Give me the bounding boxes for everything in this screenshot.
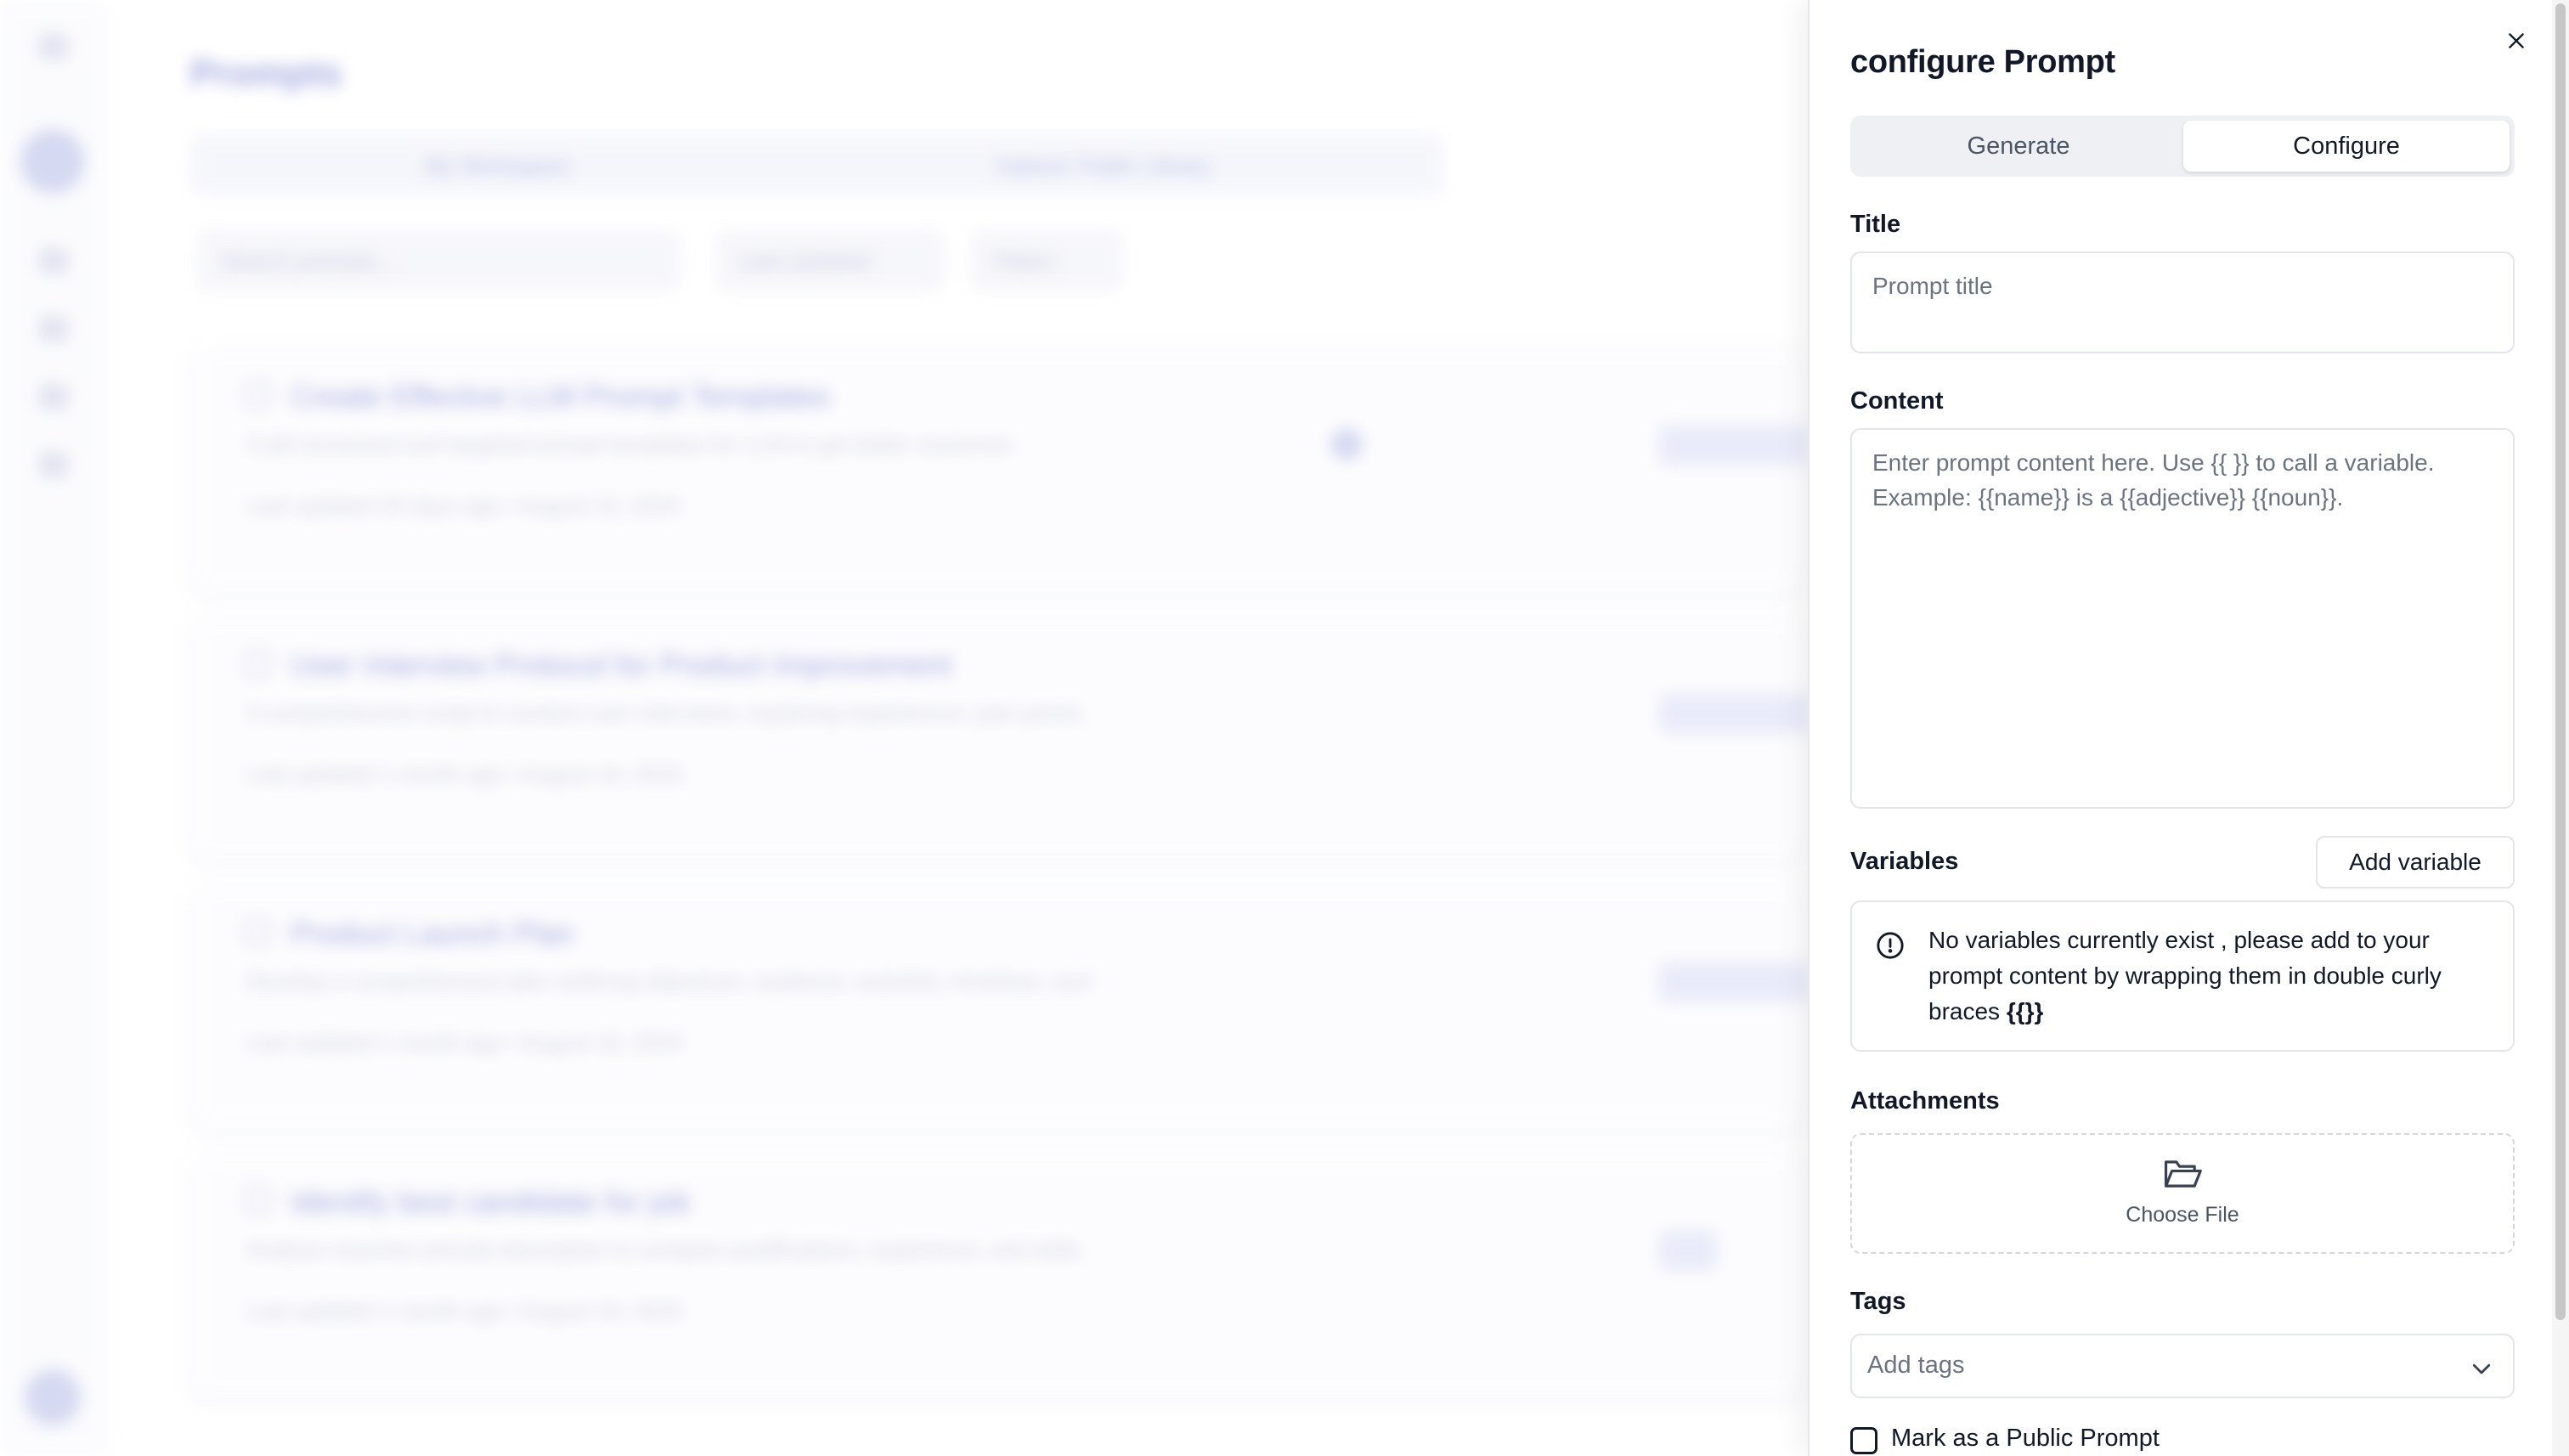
drawer-scrollbar[interactable] — [2552, 0, 2569, 1456]
close-button[interactable] — [2501, 25, 2532, 56]
card-tag — [1658, 425, 1811, 466]
card-checkbox — [245, 1188, 270, 1213]
tab-generate[interactable]: Generate — [1855, 121, 2182, 172]
card-status-dot — [1330, 428, 1363, 460]
card-title: Create Effective LLM Prompt Templates — [291, 379, 830, 414]
card-title: Identify best candidate for job — [291, 1184, 691, 1219]
curly-braces-code: {{}} — [2006, 998, 2044, 1024]
card-description: Analyze resumes and job description to c… — [246, 1237, 1081, 1262]
card-meta: Last updated 1 month ago • August 16, 20… — [246, 1030, 683, 1055]
alert-text: No variables currently exist , please ad… — [1928, 927, 2442, 1024]
prompt-card: Create Effective LLM Prompt Templates Cr… — [192, 347, 1811, 593]
close-icon — [2509, 33, 2524, 48]
choose-file-dropzone[interactable]: Choose File — [1850, 1133, 2515, 1254]
scrollbar-thumb[interactable] — [2555, 3, 2566, 1320]
title-label: Title — [1850, 211, 1901, 238]
nav-icon — [39, 316, 68, 341]
tags-placeholder: Add tags — [1867, 1352, 1965, 1379]
folder-open-icon — [2164, 1160, 2202, 1188]
card-description: Develop a comprehensive plan outlining o… — [246, 968, 1090, 994]
card-title: Product Launch Plan — [291, 916, 575, 951]
left-nav-rail — [0, 0, 109, 1456]
public-prompt-label[interactable]: Mark as a Public Prompt — [1891, 1425, 2160, 1453]
variables-label: Variables — [1850, 848, 1959, 875]
prompt-toolbar: Search prompts... Last Updated Filters — [197, 229, 1132, 292]
card-tag — [1658, 1230, 1718, 1271]
attachments-label: Attachments — [1850, 1087, 2000, 1115]
card-checkbox — [245, 919, 270, 945]
no-variables-message: No variables currently exist , please ad… — [1928, 923, 2506, 1030]
card-description: A comprehensive script to conduct user i… — [246, 700, 1083, 725]
tab-my-workspace: My Workspace — [425, 153, 571, 178]
filter-button: Filters — [970, 229, 1123, 292]
card-title: User Interview Protocol for Product Impr… — [291, 647, 952, 682]
no-variables-alert: No variables currently exist , please ad… — [1850, 900, 2515, 1052]
card-tag — [1658, 693, 1811, 734]
mode-tabs: Generate Configure — [1850, 116, 2515, 177]
user-avatar — [25, 1369, 81, 1425]
tab-configure[interactable]: Configure — [2183, 121, 2510, 172]
prompt-card: Product Launch Plan Develop a comprehens… — [192, 883, 1811, 1130]
content-textarea[interactable]: Enter prompt content here. Use {{ }} to … — [1850, 428, 2515, 809]
content-label: Content — [1850, 387, 1944, 415]
info-circle-icon — [1877, 932, 1904, 959]
page-title: Prompts — [190, 53, 342, 94]
tags-select[interactable]: Add tags — [1850, 1334, 2515, 1398]
card-meta: Last updated 1 month ago • August 16, 20… — [246, 1298, 683, 1323]
card-tag — [1658, 962, 1811, 1002]
nav-icon — [39, 384, 68, 409]
menu-icon — [39, 34, 68, 59]
card-checkbox — [245, 651, 270, 676]
prompt-card: User Interview Protocol for Product Impr… — [192, 615, 1811, 861]
sort-button: Last Updated — [715, 229, 945, 292]
drawer-title: configure Prompt — [1850, 44, 2115, 80]
add-variable-button[interactable]: Add variable — [2316, 836, 2515, 889]
workspace-avatar — [20, 129, 85, 194]
nav-icon — [39, 248, 68, 274]
title-input[interactable]: Prompt title — [1850, 251, 2515, 353]
prompt-card: Identify best candidate for job Analyze … — [192, 1152, 1806, 1398]
nav-icon — [39, 452, 68, 477]
public-prompt-checkbox[interactable] — [1850, 1427, 1877, 1454]
workspace-tabs: My Workspace Katonic Public Library — [190, 134, 1444, 195]
card-meta: Last updated 25 days ago • August 16, 20… — [246, 493, 680, 518]
choose-file-label: Choose File — [2126, 1203, 2239, 1227]
card-checkbox — [245, 382, 270, 408]
card-description: Craft structured and targeted prompt tem… — [246, 432, 1013, 457]
search-prompts-input: Search prompts... — [197, 229, 681, 292]
card-meta: Last updated 1 month ago • August 16, 20… — [246, 761, 683, 787]
tags-label: Tags — [1850, 1288, 1906, 1315]
chevron-down-icon — [2472, 1363, 2491, 1374]
tab-public-library: Katonic Public Library — [997, 153, 1211, 178]
